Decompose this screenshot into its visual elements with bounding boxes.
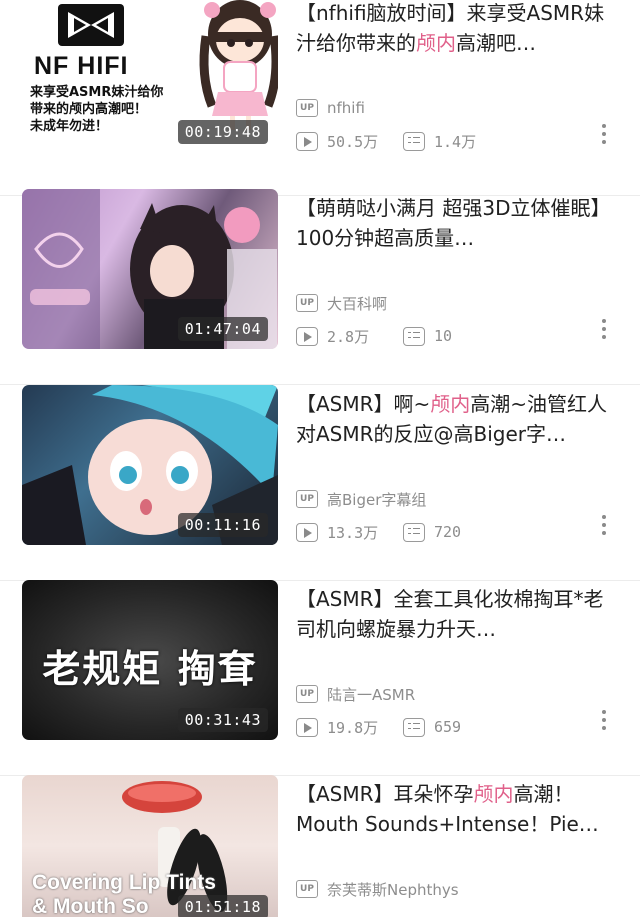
uploader-name: 奈芙蒂斯Nephthys — [327, 880, 459, 899]
uploader-row[interactable]: UP 高Biger字幕组 — [296, 489, 426, 509]
view-count: 2.8万 — [327, 327, 370, 346]
play-count-icon — [296, 522, 318, 542]
title-highlight: 颅内 — [430, 392, 471, 416]
video-title[interactable]: 【ASMR】耳朵怀孕颅内高潮！Mouth Sounds+Intense！Pie… — [296, 779, 622, 839]
up-badge-icon: UP — [296, 99, 318, 117]
up-badge-icon: UP — [296, 490, 318, 508]
video-list-item[interactable]: NF HIFI 来享受ASMR妹汁给你 带来的颅内高潮吧！ 未成年勿进！ 00:… — [0, 0, 640, 196]
nf-logo-icon — [58, 4, 124, 46]
danmaku-icon — [403, 131, 425, 151]
danmaku-icon — [403, 522, 425, 542]
title-text: 高潮吧… — [456, 31, 536, 55]
title-text: 【ASMR】耳朵怀孕 — [296, 782, 474, 806]
danmaku-count: 720 — [434, 523, 462, 541]
view-count: 19.8万 — [327, 718, 379, 737]
video-duration: 00:11:16 — [177, 513, 268, 537]
title-text: 【ASMR】全套工具化妆棉掏耳*老司机向螺旋暴力升天… — [296, 587, 604, 641]
thumbnail-caption-line: 来享受ASMR妹汁给你 — [30, 85, 164, 100]
danmaku-icon — [403, 326, 425, 346]
more-vertical-icon[interactable] — [600, 124, 608, 150]
danmaku-count: 10 — [434, 327, 453, 345]
video-duration: 01:51:18 — [177, 895, 268, 917]
thumbnail-caption: 来享受ASMR妹汁给你 带来的颅内高潮吧！ 未成年勿进！ — [30, 84, 163, 135]
video-duration: 00:31:43 — [177, 708, 268, 732]
thumbnail-title-text: 老规矩 掏耷 — [42, 647, 258, 691]
stats-row: 50.5万 1.4万 — [296, 130, 476, 152]
more-vertical-icon[interactable] — [600, 319, 608, 345]
uploader-row[interactable]: UP 奈芙蒂斯Nephthys — [296, 879, 459, 899]
video-title[interactable]: 【ASMR】啊~颅内高潮~油管红人对ASMR的反应@高Biger字… — [296, 389, 622, 449]
play-count-icon — [296, 717, 318, 737]
stats-row: 13.3万 720 — [296, 521, 461, 543]
uploader-name: 高Biger字幕组 — [327, 490, 427, 509]
more-vertical-icon[interactable] — [600, 710, 608, 736]
up-badge-icon: UP — [296, 685, 318, 703]
video-list-item[interactable]: 00:11:16 【ASMR】啊~颅内高潮~油管红人对ASMR的反应@高Bige… — [0, 385, 640, 581]
stats-row: 2.8万 10 — [296, 325, 452, 347]
video-title[interactable]: 【nfhifi脑放时间】来享受ASMR妹汁给你带来的颅内高潮吧… — [296, 0, 622, 58]
title-text: 【萌萌哒小满月 超强3D立体催眠】100分钟超高质量… — [296, 196, 611, 250]
title-highlight: 颅内 — [416, 31, 456, 55]
uploader-row[interactable]: UP 大百科啊 — [296, 293, 387, 313]
thumbnail-logo-text: NF HIFI — [34, 52, 129, 80]
up-badge-icon: UP — [296, 880, 318, 898]
video-title[interactable]: 【萌萌哒小满月 超强3D立体催眠】100分钟超高质量… — [296, 193, 622, 253]
video-thumbnail[interactable]: NF HIFI 来享受ASMR妹汁给你 带来的颅内高潮吧！ 未成年勿进！ 00:… — [22, 0, 278, 148]
danmaku-count: 1.4万 — [434, 132, 477, 151]
thumbnail-caption-line: Covering Lip Tints — [32, 871, 216, 894]
video-thumbnail[interactable]: 01:47:04 — [22, 189, 278, 349]
uploader-name: 大百科啊 — [327, 294, 388, 313]
video-duration: 01:47:04 — [177, 317, 268, 341]
view-count: 13.3万 — [327, 523, 379, 542]
video-thumbnail[interactable]: Covering Lip Tints & Mouth So 01:51:18 — [22, 775, 278, 917]
thumbnail-caption-line: 带来的颅内高潮吧！ — [30, 102, 148, 117]
video-feed: NF HIFI 来享受ASMR妹汁给你 带来的颅内高潮吧！ 未成年勿进！ 00:… — [0, 0, 640, 917]
video-thumbnail[interactable]: 老规矩 掏耷 00:31:43 — [22, 580, 278, 740]
video-duration: 00:19:48 — [177, 120, 268, 144]
more-vertical-icon[interactable] — [600, 515, 608, 541]
view-count: 50.5万 — [327, 132, 379, 151]
play-count-icon — [296, 326, 318, 346]
play-count-icon — [296, 131, 318, 151]
uploader-row[interactable]: UP nfhifi — [296, 98, 365, 118]
thumbnail-caption-line: 未成年勿进！ — [30, 119, 109, 134]
video-list-item[interactable]: 老规矩 掏耷 00:31:43 【ASMR】全套工具化妆棉掏耳*老司机向螺旋暴力… — [0, 580, 640, 776]
stats-row: 19.8万 659 — [296, 716, 461, 738]
video-list-item[interactable]: Covering Lip Tints & Mouth So 01:51:18 【… — [0, 775, 640, 917]
uploader-name: 陆言一ASMR — [327, 685, 416, 704]
video-list-item[interactable]: 01:47:04 【萌萌哒小满月 超强3D立体催眠】100分钟超高质量… UP … — [0, 189, 640, 385]
danmaku-count: 659 — [434, 718, 462, 736]
video-title[interactable]: 【ASMR】全套工具化妆棉掏耳*老司机向螺旋暴力升天… — [296, 584, 622, 644]
uploader-row[interactable]: UP 陆言一ASMR — [296, 684, 415, 704]
video-thumbnail[interactable]: 00:11:16 — [22, 385, 278, 545]
up-badge-icon: UP — [296, 294, 318, 312]
title-text: 【ASMR】啊~ — [296, 392, 431, 416]
anime-girl-illustration — [199, 0, 278, 130]
title-highlight: 颅内 — [473, 782, 514, 806]
uploader-name: nfhifi — [327, 99, 365, 117]
danmaku-icon — [403, 717, 425, 737]
